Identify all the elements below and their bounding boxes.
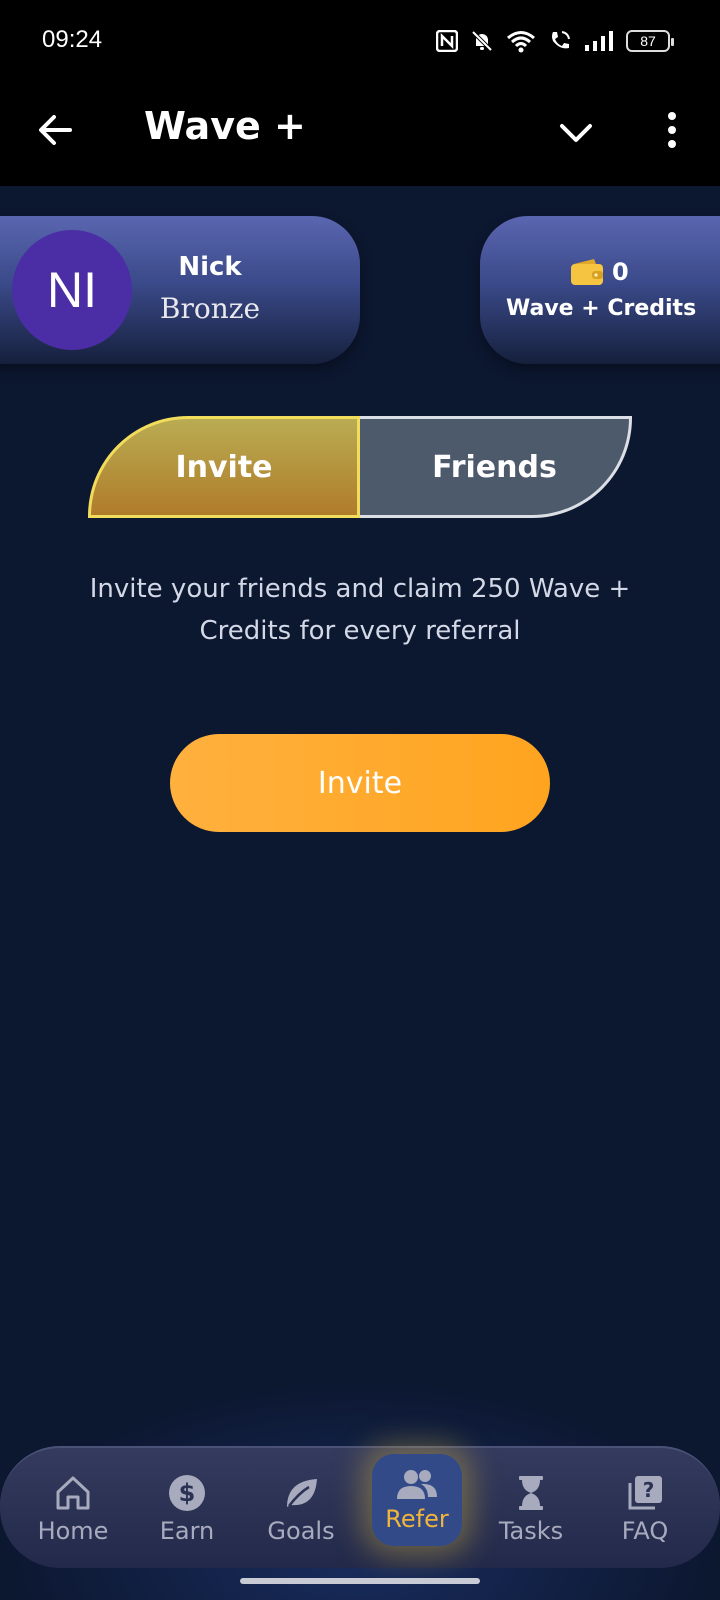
credits-value: 0 xyxy=(612,258,629,286)
page-title: Wave + xyxy=(144,104,306,148)
signal-icon xyxy=(585,31,613,51)
status-icons: 87 xyxy=(436,26,674,56)
tab-friends-label: Friends xyxy=(432,449,557,485)
people-icon xyxy=(397,1470,437,1499)
invite-button[interactable]: Invite xyxy=(170,734,550,832)
nav-item-home[interactable]: Home xyxy=(18,1448,128,1570)
invite-description: Invite your friends and claim 250 Wave +… xyxy=(89,574,631,646)
nav-item-refer[interactable]: Refer xyxy=(372,1454,462,1546)
tab-invite[interactable]: Invite xyxy=(88,416,360,518)
nav-item-goals[interactable]: Goals xyxy=(246,1448,356,1570)
credits-label: Wave + Credits xyxy=(506,296,697,321)
leaf-icon xyxy=(287,1479,317,1507)
nav-item-tasks[interactable]: Tasks xyxy=(476,1448,586,1570)
tab-invite-label: Invite xyxy=(175,449,273,485)
bell-off-icon xyxy=(471,30,493,52)
credits-row: 0 xyxy=(570,258,629,286)
status-bar: 09:24 87 xyxy=(0,0,720,84)
more-vert-icon[interactable] xyxy=(656,110,688,150)
nav-label-home: Home xyxy=(37,1517,109,1545)
svg-text:?: ? xyxy=(643,1478,655,1502)
home-icon xyxy=(56,1476,90,1510)
back-arrow-icon[interactable] xyxy=(36,110,76,150)
profile-card[interactable]: NI Nick Bronze xyxy=(0,216,360,364)
nav-label-tasks: Tasks xyxy=(498,1517,564,1545)
nav-label-earn: Earn xyxy=(159,1517,215,1545)
wallet-icon xyxy=(571,259,603,285)
avatar: NI xyxy=(12,230,132,350)
svg-text:$: $ xyxy=(179,1479,196,1507)
home-indicator[interactable] xyxy=(240,1578,480,1584)
bottom-nav: Home $ Earn Goals Tasks ? FAQ xyxy=(0,1446,720,1568)
status-time: 09:24 xyxy=(42,26,103,53)
nav-label-goals: Goals xyxy=(267,1517,335,1545)
call-icon xyxy=(552,31,570,49)
chevron-down-icon[interactable] xyxy=(556,112,596,152)
nav-label-faq: FAQ xyxy=(621,1517,669,1545)
nav-item-faq[interactable]: ? FAQ xyxy=(590,1448,700,1570)
hourglass-icon xyxy=(519,1476,543,1510)
credits-card[interactable]: 0 Wave + Credits xyxy=(480,216,720,364)
battery-indicator: 87 xyxy=(626,30,674,52)
profile-tier: Bronze xyxy=(159,292,261,325)
profile-name: Nick xyxy=(178,252,242,282)
nfc-icon xyxy=(436,30,458,52)
avatar-initials: NI xyxy=(47,262,97,318)
tab-friends[interactable]: Friends xyxy=(360,416,632,518)
battery-level: 87 xyxy=(640,33,656,49)
app-bar: Wave + xyxy=(0,84,720,186)
nav-item-earn[interactable]: $ Earn xyxy=(132,1448,242,1570)
question-icon: ? xyxy=(628,1476,662,1510)
nav-label-refer: Refer xyxy=(385,1505,449,1533)
dollar-icon: $ xyxy=(169,1475,205,1511)
wifi-icon xyxy=(507,31,535,53)
